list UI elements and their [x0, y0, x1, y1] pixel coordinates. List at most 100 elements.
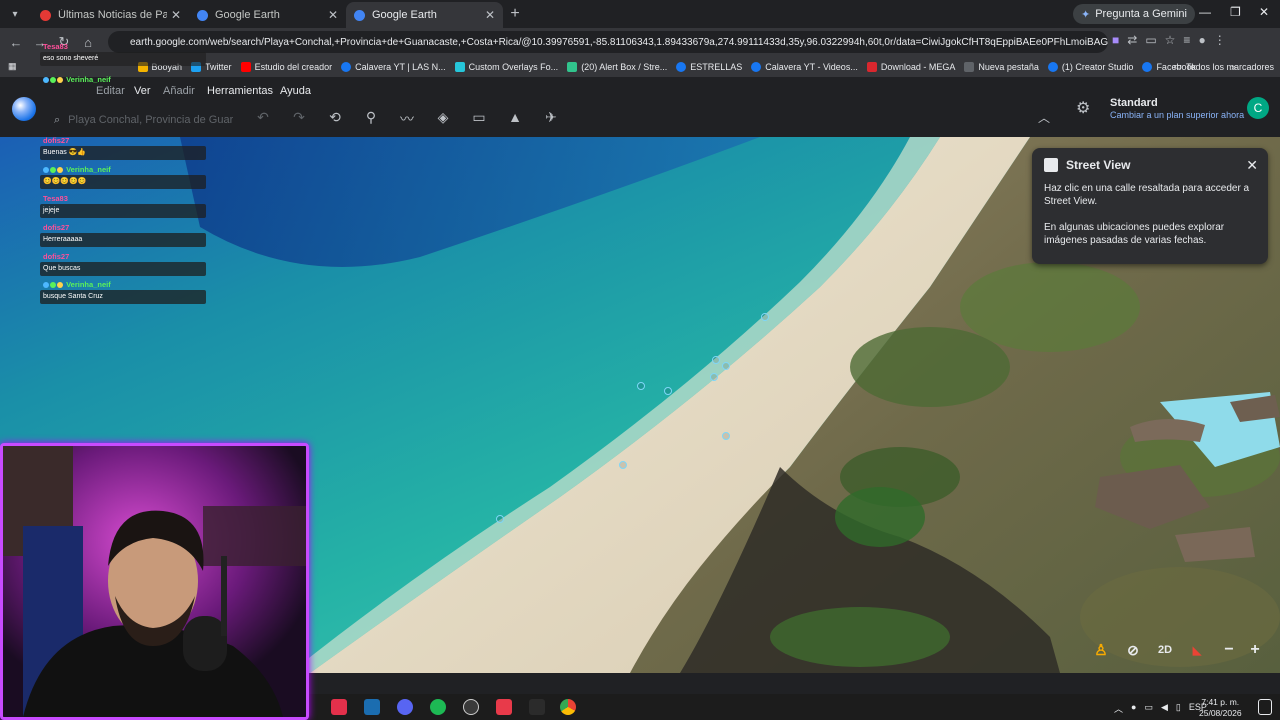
tab-search-icon[interactable]: ▾	[4, 3, 26, 25]
back-icon[interactable]: ←	[4, 35, 28, 50]
microphone-icon[interactable]: ●	[1131, 702, 1136, 715]
browser-tab-3[interactable]: Google Earth ✕	[346, 2, 503, 28]
tab-close-icon[interactable]: ✕	[485, 8, 495, 22]
redo-icon[interactable]: ↷	[288, 109, 310, 129]
photo-pin-icon[interactable]	[761, 313, 769, 321]
apps-grid-icon[interactable]	[529, 699, 545, 715]
toggle-3d-icon[interactable]: ⊘	[1122, 638, 1144, 662]
gemini-button[interactable]: ✦ Pregunta a Gemini	[1073, 4, 1195, 24]
bookmark-item[interactable]: Calavera YT - Videos...	[751, 61, 858, 72]
bookmark-item[interactable]: (1) Creator Studio	[1047, 61, 1133, 72]
zoom-out-icon[interactable]: −	[1220, 638, 1238, 662]
new-tab-icon[interactable]: +	[503, 5, 527, 23]
google-earth-logo-icon[interactable]	[12, 97, 36, 121]
all-bookmarks-button[interactable]: ▭ Todos los marcadores	[1173, 61, 1274, 72]
close-window-icon[interactable]: ✕	[1259, 5, 1269, 19]
close-icon[interactable]: ✕	[1246, 157, 1258, 174]
menu-view[interactable]: Ver	[134, 85, 151, 97]
volume-icon[interactable]: ◀	[1161, 702, 1168, 715]
obs-icon[interactable]	[463, 699, 479, 715]
photo-pin-icon[interactable]	[664, 387, 672, 395]
bookmark-item[interactable]: ESTRELLAS	[676, 61, 742, 72]
avatar[interactable]: C	[1247, 97, 1269, 119]
chrome-icon[interactable]	[560, 699, 576, 715]
photo-pin-icon[interactable]	[722, 362, 730, 370]
badge-icon	[57, 282, 63, 289]
gear-icon[interactable]: ⚙	[1076, 98, 1090, 118]
discord-icon[interactable]	[397, 699, 413, 715]
compass-icon[interactable]: ◣	[1186, 638, 1208, 662]
photo-pin-icon[interactable]	[712, 356, 720, 364]
placemark-icon[interactable]: ⚲	[360, 109, 382, 129]
chat-username: dofis27	[43, 252, 70, 261]
photo-pin-icon[interactable]	[722, 432, 730, 440]
badge-icon	[50, 282, 56, 289]
menu-help[interactable]: Ayuda	[280, 85, 311, 97]
steam-icon[interactable]	[364, 699, 380, 715]
spotify-icon[interactable]	[430, 699, 446, 715]
chat-text: 😊😊😊😊😊	[40, 175, 206, 189]
minimize-icon[interactable]: —	[1199, 5, 1211, 19]
clock[interactable]: 7:41 p. m. 25/08/2026	[1199, 697, 1242, 719]
bookmark-icon	[341, 61, 352, 72]
tab-title: Google Earth	[215, 9, 280, 21]
extension-icons: ■ ⇄ ▭ ☆ ≡ ● ⋮	[1112, 33, 1226, 47]
bookmark-item[interactable]: Calavera YT | LAS N...	[341, 61, 446, 72]
streamlabs-icon[interactable]	[496, 699, 512, 715]
profile-icon[interactable]: ●	[1198, 33, 1205, 47]
image-icon[interactable]: ▲	[504, 109, 526, 129]
restore-icon[interactable]: ❐	[1230, 5, 1241, 19]
path-icon[interactable]: 〰	[396, 109, 418, 129]
zoom-in-icon[interactable]: +	[1246, 638, 1264, 662]
address-bar[interactable]: earth.google.com/web/search/Playa+Concha…	[108, 31, 1108, 53]
tray-chevron-icon[interactable]: ︿	[1114, 702, 1123, 715]
photo-pin-icon[interactable]	[619, 461, 627, 469]
bookmark-item[interactable]: Download - MEGA	[866, 61, 955, 72]
apps-icon[interactable]: ▦	[8, 61, 17, 72]
menu-edit[interactable]: Editar	[96, 85, 125, 97]
translate-icon[interactable]: ⇄	[1127, 33, 1137, 47]
undo-icon[interactable]: ↶	[252, 109, 274, 129]
network-icon[interactable]: ▭	[1144, 702, 1153, 715]
more-icon[interactable]: ⋮	[1214, 33, 1226, 47]
photo-pin-icon[interactable]	[710, 373, 718, 381]
notification-icon[interactable]	[1258, 699, 1272, 715]
tree-cluster	[850, 327, 1010, 407]
battery-icon[interactable]: ▯	[1176, 702, 1181, 715]
layers-icon[interactable]: ◈	[432, 109, 454, 129]
browser-tab-1[interactable]: Últimas Noticias de Panamá Er ✕	[32, 2, 189, 28]
earth-search-input[interactable]: ⌕ Playa Conchal, Provincia de Guar	[44, 109, 244, 131]
photo-pin-icon[interactable]	[637, 382, 645, 390]
search-placeholder: Playa Conchal, Provincia de Guar	[68, 114, 234, 126]
measure-icon[interactable]: ▭	[468, 109, 490, 129]
cast-icon[interactable]: ▭	[1145, 33, 1156, 47]
menu-add[interactable]: Añadir	[163, 85, 195, 97]
tree-cluster	[770, 607, 950, 667]
tab-favicon-icon	[197, 9, 208, 21]
tiktok-icon[interactable]	[331, 699, 347, 715]
bookmark-icon	[1142, 61, 1153, 72]
bookmark-item[interactable]: Nueva pestaña	[964, 61, 1039, 72]
browser-tab-2[interactable]: Google Earth ✕	[189, 2, 346, 28]
history-icon[interactable]: ⟲	[324, 109, 346, 129]
pegman-button[interactable]: ♙	[1090, 638, 1112, 662]
bookmark-item[interactable]: Custom Overlays Fo...	[454, 61, 558, 72]
reading-list-icon[interactable]: ≡	[1183, 33, 1190, 47]
chat-message: Tesa83 eso sono sheveré	[40, 42, 206, 66]
star-icon[interactable]: ☆	[1165, 33, 1176, 47]
extension-icon[interactable]: ■	[1112, 33, 1119, 47]
tab-close-icon[interactable]: ✕	[328, 8, 338, 22]
satellite-icon[interactable]: ✈	[540, 109, 562, 129]
tab-close-icon[interactable]: ✕	[171, 8, 181, 22]
tab-title: Google Earth	[372, 9, 437, 21]
menu-tools[interactable]: Herramientas	[207, 85, 273, 97]
chat-username: Tesa83	[43, 194, 68, 203]
upgrade-plan-link[interactable]: Cambiar a un plan superior ahora	[1110, 110, 1244, 120]
view-2d-button[interactable]: 2D	[1154, 638, 1176, 662]
bookmark-icon	[1047, 61, 1058, 72]
bookmark-item[interactable]: Estudio del creador	[240, 61, 332, 72]
photo-pin-icon[interactable]	[496, 515, 504, 523]
bookmark-item[interactable]: (20) Alert Box / Stre...	[567, 61, 667, 72]
collapse-chevron-icon[interactable]: ︿	[1038, 109, 1050, 126]
earth-toolbar: ↶ ↷ ⟲ ⚲ 〰 ◈ ▭ ▲ ✈	[252, 109, 562, 129]
